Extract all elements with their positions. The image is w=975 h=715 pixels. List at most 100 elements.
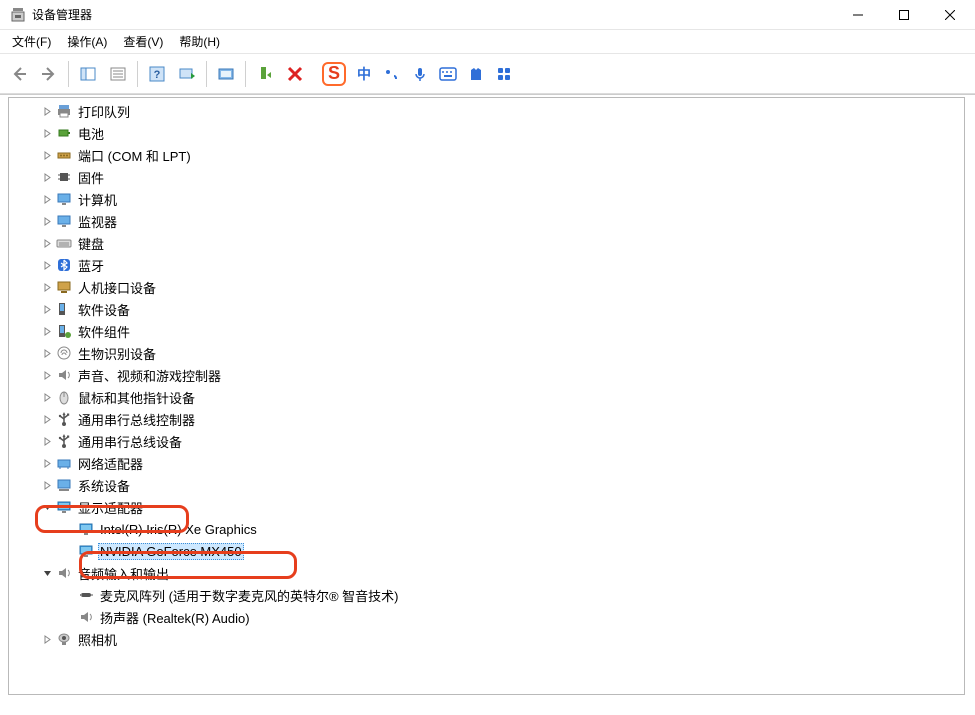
scan-hardware-button[interactable] [172,59,202,89]
ime-skin-button[interactable] [466,64,486,84]
twisty-icon[interactable] [39,239,55,248]
twisty-icon[interactable] [39,173,55,182]
tree-node-ports[interactable]: 端口 (COM 和 LPT) [9,144,949,166]
menubar: 文件(F) 操作(A) 查看(V) 帮助(H) [0,30,975,54]
ime-punct-button[interactable] [382,64,402,84]
tree-node-label: 生物识别设备 [76,343,158,364]
svg-text:?: ? [154,69,161,81]
twisty-icon[interactable] [39,107,55,116]
menu-view[interactable]: 查看(V) [115,31,171,52]
tree-node-realtek-speaker[interactable]: 扬声器 (Realtek(R) Audio) [9,606,949,628]
properties-button[interactable] [103,59,133,89]
tree-node-print-queues[interactable]: 打印队列 [9,100,949,122]
twisty-icon[interactable] [39,151,55,160]
bluetooth-icon [55,257,73,273]
display-icon [55,499,73,515]
tree-node-firmware[interactable]: 固件 [9,166,949,188]
tree-node-hid[interactable]: 人机接口设备 [9,276,949,298]
tree-node-intel-iris[interactable]: Intel(R) Iris(R) Xe Graphics [9,518,949,540]
port-icon [55,147,73,163]
tree-node-label: 通用串行总线设备 [76,431,184,452]
help-button[interactable]: ? [142,59,172,89]
tree-node-label: 电池 [76,123,106,144]
show-hide-tree-button[interactable] [73,59,103,89]
camera-icon [55,631,73,647]
tree-node-monitors[interactable]: 监视器 [9,210,949,232]
tree-node-keyboards[interactable]: 键盘 [9,232,949,254]
tree-node-mice[interactable]: 鼠标和其他指针设备 [9,386,949,408]
tree-node-software-components[interactable]: 软件组件 [9,320,949,342]
twisty-icon[interactable] [39,283,55,292]
tree-node-label: 监视器 [76,211,119,232]
twisty-icon[interactable] [39,569,55,578]
tree-node-software-devices[interactable]: 软件设备 [9,298,949,320]
tree-node-bluetooth[interactable]: 蓝牙 [9,254,949,276]
minimize-button[interactable] [835,0,881,30]
hid-icon [55,279,73,295]
tree-node-mic-array[interactable]: 麦克风阵列 (适用于数字麦克风的英特尔® 智音技术) [9,584,949,606]
ime-toolbar: S 中 [322,62,514,86]
tree-node-label: 照相机 [76,629,119,650]
ime-toolbox-button[interactable] [494,64,514,84]
twisty-icon[interactable] [39,481,55,490]
tree-node-label: 扬声器 (Realtek(R) Audio) [98,607,252,628]
monitor-icon [55,191,73,207]
tree-node-computer[interactable]: 计算机 [9,188,949,210]
mic-icon [77,587,95,603]
tree-node-display-adapters[interactable]: 显示适配器 [9,496,949,518]
twisty-icon[interactable] [39,261,55,270]
tree-node-usb-controllers[interactable]: 通用串行总线控制器 [9,408,949,430]
twisty-icon[interactable] [39,195,55,204]
battery-icon [55,125,73,141]
uninstall-device-button[interactable] [280,59,310,89]
twisty-icon[interactable] [39,305,55,314]
enable-device-button[interactable] [250,59,280,89]
tree-node-sound[interactable]: 声音、视频和游戏控制器 [9,364,949,386]
twisty-icon[interactable] [39,349,55,358]
toolbar: ? S 中 [0,54,975,94]
tree-node-network[interactable]: 网络适配器 [9,452,949,474]
monitor-icon [55,213,73,229]
ime-lang-button[interactable]: 中 [354,64,374,84]
twisty-icon[interactable] [39,459,55,468]
titlebar: 设备管理器 [0,0,975,30]
twisty-icon[interactable] [39,393,55,402]
tree-node-label: Intel(R) Iris(R) Xe Graphics [98,521,259,538]
softdev-icon [55,301,73,317]
tree-node-audio-io[interactable]: 音频输入和输出 [9,562,949,584]
twisty-icon[interactable] [39,327,55,336]
ime-softkeyboard-button[interactable] [438,64,458,84]
update-driver-button[interactable] [211,59,241,89]
tree-node-system-devices[interactable]: 系统设备 [9,474,949,496]
menu-file[interactable]: 文件(F) [4,31,59,52]
tree-node-cameras[interactable]: 照相机 [9,628,949,650]
forward-button[interactable] [34,59,64,89]
printer-icon [55,103,73,119]
twisty-icon[interactable] [39,635,55,644]
twisty-icon[interactable] [39,415,55,424]
back-button[interactable] [4,59,34,89]
close-button[interactable] [927,0,973,30]
tree-node-label: 音频输入和输出 [76,563,171,584]
menu-action[interactable]: 操作(A) [59,31,115,52]
ime-sogou-icon[interactable]: S [322,62,346,86]
tree-node-label: 显示适配器 [76,497,145,518]
device-tree[interactable]: 打印队列电池端口 (COM 和 LPT)固件计算机监视器键盘蓝牙人机接口设备软件… [9,98,949,694]
twisty-icon[interactable] [39,129,55,138]
tree-node-label: 麦克风阵列 (适用于数字麦克风的英特尔® 智音技术) [98,585,400,606]
tree-node-nvidia-mx450[interactable]: NVIDIA GeForce MX450 [9,540,949,562]
twisty-icon[interactable] [39,217,55,226]
tree-node-label: 端口 (COM 和 LPT) [76,145,193,166]
twisty-icon[interactable] [39,371,55,380]
maximize-button[interactable] [881,0,927,30]
tree-node-label: 固件 [76,167,106,188]
twisty-icon[interactable] [39,437,55,446]
tree-node-usb-devices[interactable]: 通用串行总线设备 [9,430,949,452]
ime-voice-button[interactable] [410,64,430,84]
menu-help[interactable]: 帮助(H) [171,31,228,52]
tree-node-batteries[interactable]: 电池 [9,122,949,144]
fingerprint-icon [55,345,73,361]
tree-node-label: 声音、视频和游戏控制器 [76,365,223,386]
twisty-icon[interactable] [39,503,55,512]
tree-node-biometric[interactable]: 生物识别设备 [9,342,949,364]
